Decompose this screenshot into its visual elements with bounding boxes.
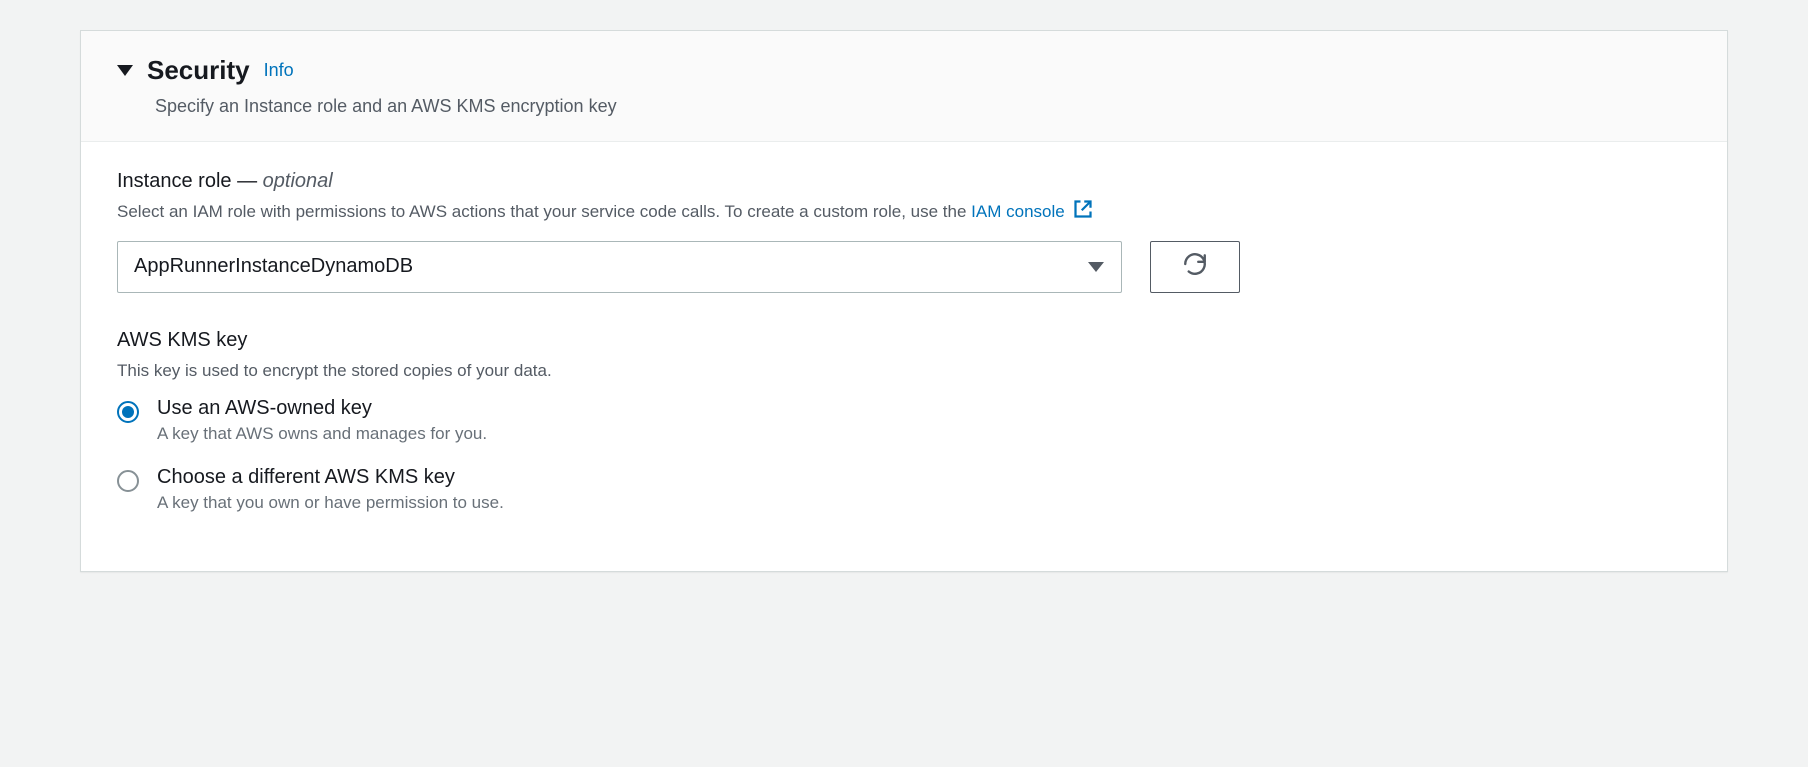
radio-different-kms-key[interactable]: Choose a different AWS KMS key A key tha…	[117, 466, 1691, 513]
instance-role-help-text: Select an IAM role with permissions to A…	[117, 202, 971, 221]
kms-key-help: This key is used to encrypt the stored c…	[117, 358, 1691, 384]
radio-aws-owned-key-desc: A key that AWS owns and manages for you.	[157, 424, 487, 444]
external-link-icon	[1073, 199, 1093, 227]
panel-body: Instance role — optional Select an IAM r…	[81, 142, 1727, 571]
instance-role-optional: optional	[263, 170, 333, 192]
radio-button-icon	[117, 401, 139, 423]
instance-role-selected-value: AppRunnerInstanceDynamoDB	[134, 255, 413, 278]
section-title: Security	[147, 55, 250, 86]
radio-different-kms-key-label: Choose a different AWS KMS key	[157, 466, 504, 489]
refresh-icon	[1182, 251, 1208, 282]
radio-button-icon	[117, 470, 139, 492]
radio-aws-owned-key[interactable]: Use an AWS-owned key A key that AWS owns…	[117, 397, 1691, 444]
iam-console-link-text: IAM console	[971, 202, 1065, 221]
collapse-caret-icon[interactable]	[117, 65, 133, 76]
info-link[interactable]: Info	[264, 60, 294, 81]
kms-key-label: AWS KMS key	[117, 329, 1691, 352]
radio-aws-owned-key-label: Use an AWS-owned key	[157, 397, 487, 420]
security-panel: Security Info Specify an Instance role a…	[80, 30, 1728, 572]
radio-different-kms-key-desc: A key that you own or have permission to…	[157, 493, 504, 513]
instance-role-select[interactable]: AppRunnerInstanceDynamoDB	[117, 241, 1122, 293]
instance-role-label: Instance role — optional	[117, 170, 1691, 193]
instance-role-label-text: Instance role	[117, 170, 232, 192]
iam-console-link[interactable]: IAM console	[971, 202, 1093, 221]
panel-header: Security Info Specify an Instance role a…	[81, 31, 1727, 142]
refresh-button[interactable]	[1150, 241, 1240, 293]
instance-role-help: Select an IAM role with permissions to A…	[117, 199, 1691, 227]
kms-radio-group: Use an AWS-owned key A key that AWS owns…	[117, 397, 1691, 513]
section-subtitle: Specify an Instance role and an AWS KMS …	[155, 96, 1691, 117]
